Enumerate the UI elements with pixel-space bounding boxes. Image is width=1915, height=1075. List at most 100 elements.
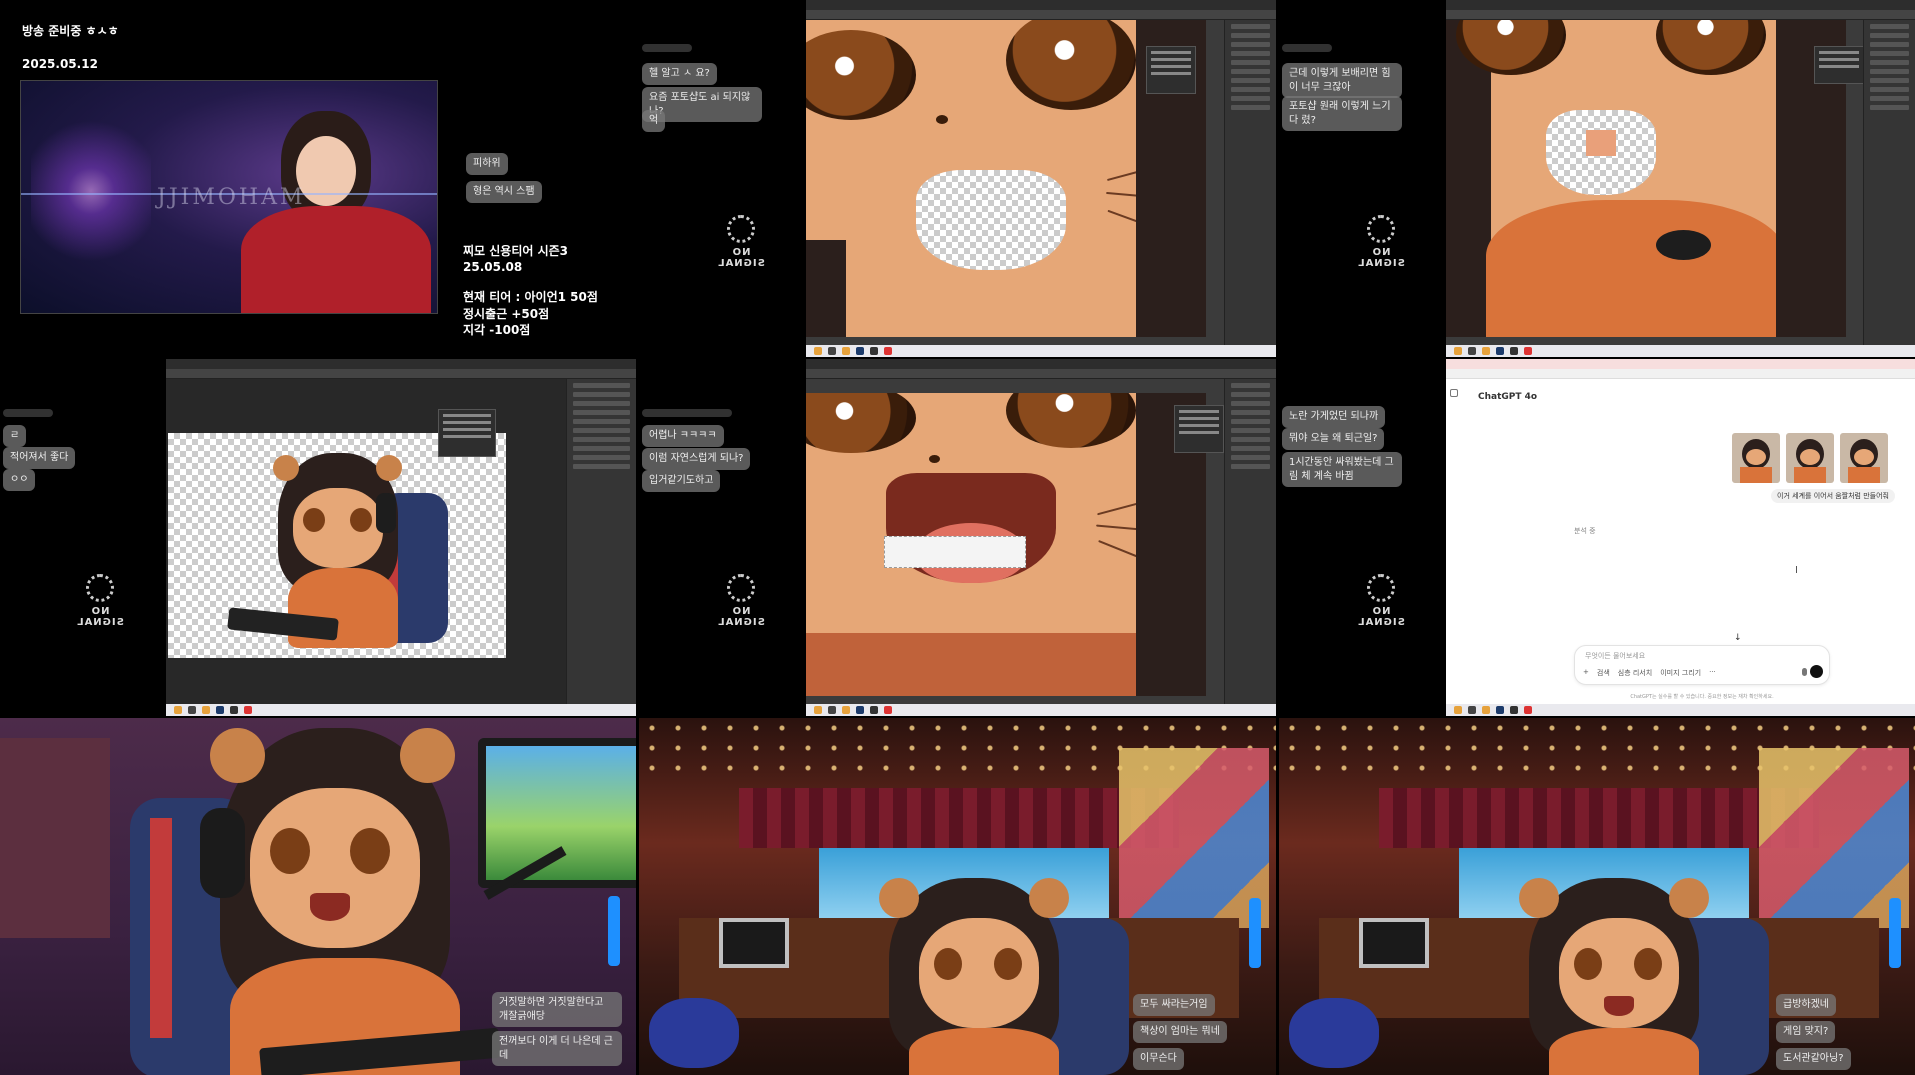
tier-title: 찌모 신용티어 시즌3 (463, 244, 569, 258)
menu-bar[interactable] (806, 0, 1276, 10)
tier-ontime: 정시출근 +50점 (463, 306, 550, 321)
voice-button[interactable] (1810, 665, 1823, 678)
menu-bar[interactable] (166, 359, 636, 369)
options-bar[interactable] (1446, 10, 1915, 20)
photoshop-window (1446, 0, 1915, 357)
chat-bubble: 포토샵 원래 이렇게 느기다 렸? (1282, 96, 1402, 131)
address-bar[interactable] (1446, 369, 1915, 379)
plush-toy (1289, 998, 1379, 1068)
panel-chatgpt: 노란 가게었던 되나까 뭐야 오늘 왜 퇴근일? 1시간동안 싸워봤는데 그림 … (1279, 359, 1915, 716)
eye-right (1006, 393, 1136, 448)
panel-artwork-room-1: 모두 싸라는거임 책상이 엄마는 뭐네 이무슨다 (639, 718, 1276, 1075)
options-bar[interactable] (806, 10, 1276, 20)
chat-bubble (642, 44, 692, 52)
tier-date: 25.05.08 (463, 260, 523, 275)
eye-left (806, 30, 916, 120)
menu-bar[interactable] (806, 359, 1276, 369)
chat-bubble: 게임 맞지? (1776, 1021, 1836, 1043)
panel-photoshop-mouth-2: 근데 이렇게 보배리면 힘이 너무 크잖아 포토샵 원래 이렇게 느기다 렸? … (1279, 0, 1915, 357)
properties-panel[interactable] (1863, 20, 1915, 345)
chat-bubble: 뭐야 오늘 왜 퇴근일? (1282, 428, 1385, 450)
chat-bubble: 형은 역시 스팸 (466, 181, 542, 203)
layers-popup[interactable] (1146, 46, 1196, 94)
cursor-icon (1796, 566, 1800, 573)
chat-bubble: 책상이 엄마는 뭐네 (1133, 1021, 1227, 1043)
options-bar[interactable] (806, 369, 1276, 379)
options-bar[interactable] (166, 369, 636, 379)
loading-spinner-icon (1367, 215, 1395, 243)
chat-bubble (1282, 44, 1332, 52)
menu-bar[interactable] (1446, 0, 1915, 10)
loading-spinner-icon (727, 574, 755, 602)
canvas[interactable] (1446, 20, 1846, 337)
chat-bubble: 1시간동안 싸워봤는데 그림 체 계속 바뀜 (1282, 452, 1402, 487)
user-message: 이거 세계를 이어서 움짤처럼 만들어줘 (1771, 489, 1895, 503)
curtain (1379, 788, 1819, 848)
browser-window: ChatGPT 4o 이거 세계를 이어서 움짤처럼 만들어줘 분석 중 ↓ 무… (1446, 359, 1915, 716)
character (1519, 878, 1719, 1075)
image-button[interactable]: 이미지 그리기 (1660, 668, 1701, 678)
chat-bubble: ㄹ (3, 425, 27, 447)
light-bar (608, 896, 620, 966)
chat-bubble: 급방하겠네 (1776, 994, 1836, 1016)
chat-bubble: 거짓말하면 거짓말한다고 개잘긁애당 (492, 992, 622, 1027)
taskbar[interactable] (1446, 345, 1915, 357)
chat-bubble: 헬 알고 ㅅ 요? (642, 63, 717, 85)
nose (936, 115, 948, 124)
no-signal: NO SIGNAL (1346, 574, 1416, 629)
selection-box[interactable] (884, 536, 1026, 568)
wall-shelves (0, 738, 110, 938)
search-button[interactable]: 검색 (1597, 668, 1610, 678)
more-button[interactable]: ··· (1709, 668, 1716, 678)
layers-popup[interactable] (1174, 405, 1224, 453)
taskbar[interactable] (166, 704, 636, 716)
taskbar[interactable] (806, 704, 1276, 716)
panel-photoshop-mouth-3: 어렵나 ㅋㅋㅋㅋ 이럼 자연스럽게 되나? 입거같기도하고 NO SIGNAL (639, 359, 1276, 716)
browser-tabbar[interactable] (1446, 359, 1915, 369)
no-signal: NO SIGNAL (706, 215, 776, 270)
properties-panel[interactable] (1224, 20, 1276, 345)
chat-bubble: 모두 싸라는거임 (1133, 994, 1215, 1016)
chat-bubble: ㅇㅇ (3, 469, 36, 491)
headset-mic (1656, 230, 1711, 260)
posters (1759, 748, 1909, 928)
character-art (227, 453, 448, 658)
footer-disclaimer: ChatGPT는 실수를 할 수 있습니다. 중요한 정보는 재차 확인하세요. (1630, 694, 1774, 700)
panel-stream-info: 방송 준비중 ㅎㅅㅎ 2025.05.12 JJIMOHAM 피하위 형은 역시… (0, 0, 636, 357)
mouth-fill (1586, 130, 1616, 156)
properties-panel[interactable] (1224, 379, 1276, 704)
character (200, 728, 480, 1075)
chat-bubble: 이무슨다 (1133, 1048, 1184, 1070)
posters (1119, 748, 1269, 928)
taskbar[interactable] (806, 345, 1276, 357)
layers-popup[interactable] (438, 409, 496, 457)
layers-popup[interactable] (1814, 46, 1864, 84)
properties-panel[interactable] (566, 379, 636, 704)
composer[interactable]: 무엇이든 물어보세요 + 검색 심층 리서치 이미지 그리기 ··· (1574, 645, 1830, 685)
panel-artwork-closeup: 거짓말하면 거짓말한다고 개잘긁애당 전꺼보다 이게 더 나은데 근데 (0, 718, 636, 1075)
composer-tools: + 검색 심층 리서치 이미지 그리기 ··· (1583, 668, 1716, 678)
sidebar-toggle-icon[interactable] (1450, 389, 1458, 397)
add-button[interactable]: + (1583, 668, 1589, 678)
deep-research-button[interactable]: 심층 리서치 (1618, 668, 1652, 678)
taskbar[interactable] (1446, 704, 1915, 716)
chair-stripe (150, 818, 172, 1038)
prompt-input[interactable]: 무엇이든 물어보세요 (1585, 651, 1645, 661)
light-bar (1249, 898, 1261, 968)
eye-right (1656, 20, 1766, 75)
plush-toy (649, 998, 739, 1068)
photoshop-window (806, 359, 1276, 716)
light-bar (1889, 898, 1901, 968)
eye-right (1006, 20, 1136, 110)
canvas[interactable] (806, 393, 1206, 696)
chat-bubble: 도서관같아닝? (1776, 1048, 1851, 1070)
tier-late: 지각 -100점 (463, 322, 531, 337)
scroll-down-icon[interactable]: ↓ (1734, 633, 1742, 643)
desk-monitor (1359, 918, 1429, 968)
canvas[interactable] (168, 433, 506, 658)
analysis-status: 분석 중 (1574, 527, 1596, 535)
chat-bubble: 이럼 자연스럽게 되나? (642, 448, 751, 470)
model-selector[interactable]: ChatGPT 4o (1478, 392, 1537, 402)
desk-monitor (719, 918, 789, 968)
mic-icon[interactable] (1802, 668, 1807, 676)
